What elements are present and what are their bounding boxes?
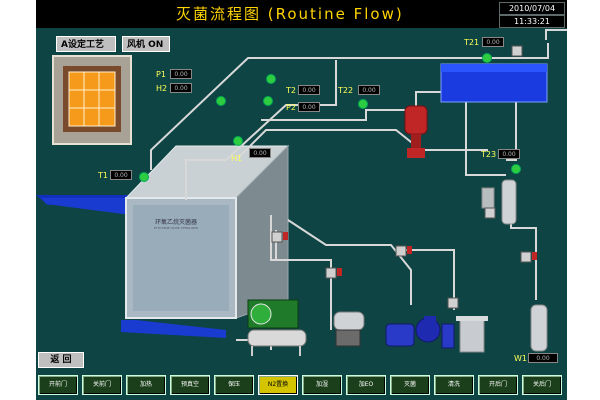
sensor-value-t23: 0.00	[498, 149, 520, 159]
sterilize-button[interactable]: 灭菌	[390, 375, 430, 395]
vacuum-pump	[333, 311, 365, 347]
open-front-door-button[interactable]: 开前门	[38, 375, 78, 395]
sensor-value-t2: 0.00	[298, 85, 320, 95]
close-front-door-button[interactable]: 关前门	[82, 375, 122, 395]
sensor-value-p1: 0.00	[170, 69, 192, 79]
sensor-label-t22: T22	[338, 86, 354, 95]
humidify-button[interactable]: 加湿	[302, 375, 342, 395]
back-button[interactable]: 返 回	[38, 352, 84, 368]
sensor-value-h2: 0.00	[170, 83, 192, 93]
sensor-label-w1: W1	[514, 354, 527, 363]
storage-tank	[440, 63, 548, 103]
sterilizer-label: 环氧乙烷灭菌器	[154, 219, 197, 226]
water-ring-pump	[385, 316, 455, 349]
circulation-pump	[404, 105, 428, 158]
sensor-label-t21: T21	[464, 38, 480, 47]
sensor-label-p1: P1	[156, 70, 166, 79]
sensor-value-w1: 0.00	[528, 353, 558, 363]
n2-replace-button[interactable]: N2置换	[258, 375, 298, 395]
gas-cylinder	[530, 304, 548, 352]
clean-button[interactable]: 清洗	[434, 375, 474, 395]
hold-pressure-button[interactable]: 保压	[214, 375, 254, 395]
sensor-dot-t21	[482, 53, 492, 63]
sensor-dot-t1	[139, 172, 149, 182]
sensor-value-t22: 0.00	[358, 85, 380, 95]
sensor-label-h2: H2	[156, 84, 168, 93]
sensor-value-t1: 0.00	[110, 170, 132, 180]
pre-vacuum-button[interactable]: 预真空	[170, 375, 210, 395]
scada-screen: 灭菌流程图 (Routine Flow) 2010/07/04 11:33:21…	[36, 0, 567, 400]
sterilizer-sublabel: ETHYLENE OXIDE STERILIZER	[154, 226, 198, 230]
add-eo-button[interactable]: 加EO	[346, 375, 386, 395]
sensor-value-p2: 0.00	[298, 102, 320, 112]
sensor-label-p2: P2	[286, 103, 296, 112]
sensor-dot-h1	[233, 136, 243, 146]
air-compressor	[247, 299, 307, 356]
water-tank	[456, 316, 488, 353]
close-rear-door-button[interactable]: 关后门	[522, 375, 562, 395]
sensor-dot-h2	[216, 96, 226, 106]
sensor-label-t2: T2	[286, 86, 296, 95]
sensor-label-t23: T23	[481, 150, 497, 159]
sensor-label-h1: H1	[231, 154, 243, 163]
sensor-dot-p2	[263, 96, 273, 106]
sterilizer-chamber	[124, 144, 290, 319]
sensor-dot-t22	[358, 99, 368, 109]
heat-button[interactable]: 加热	[126, 375, 166, 395]
open-rear-door-button[interactable]: 开后门	[478, 375, 518, 395]
sensor-value-h1: 0.00	[249, 148, 271, 158]
sensor-value-t21: 0.00	[482, 37, 504, 47]
sensor-label-t1: T1	[98, 171, 108, 180]
sensor-dot-t2	[266, 74, 276, 84]
chamber-thumbnail	[52, 55, 132, 145]
sensor-dot-t23	[511, 164, 521, 174]
